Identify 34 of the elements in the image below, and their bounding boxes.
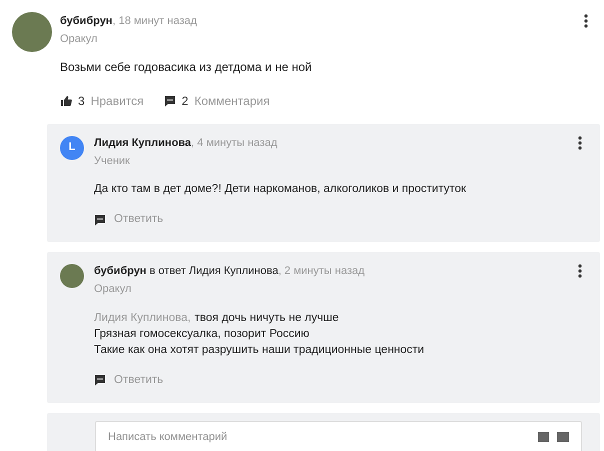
thumbs-up-icon[interactable] <box>60 94 72 106</box>
more-options-icon[interactable] <box>584 14 588 28</box>
reply-text-line: Грязная гомосексуалка, позорит Россию <box>94 326 310 342</box>
reply-to-label: в ответ Лидия Куплинова <box>148 265 278 278</box>
comment-icon <box>164 94 176 106</box>
reply-time: , 4 минуты назад <box>191 136 278 148</box>
mention-link[interactable]: Лидия Куплинова, <box>94 310 191 326</box>
author-name[interactable]: бубибрун <box>94 265 146 278</box>
avatar-photo-placeholder <box>12 12 52 52</box>
post-text: Возьми себе годовасика из детдома и не ной <box>60 58 313 76</box>
author-rank: Оракул <box>94 282 132 298</box>
like-link[interactable]: Нравится <box>90 92 144 110</box>
more-options-icon[interactable] <box>578 136 582 150</box>
reply-link[interactable]: Ответить <box>114 211 164 228</box>
reply-text-line: Такие как она хотят разрушить наши традиционные ценности <box>94 342 424 358</box>
avatar-photo-placeholder <box>60 264 84 288</box>
comment-count: 2 <box>182 92 188 110</box>
comment-icon <box>94 214 106 226</box>
comment-field[interactable]: Написать комментарий <box>95 421 582 451</box>
reply-text-line: Да кто там в дет доме?! Дети наркоманов, алкоголиков и проституток <box>94 182 466 197</box>
comments-link[interactable]: Комментария <box>194 92 270 110</box>
post-time: , 18 минут назад <box>112 15 197 27</box>
author-rank: Оракул <box>60 32 98 47</box>
author-rank: Ученик <box>94 154 131 168</box>
author-name[interactable]: Лидия Куплинова <box>94 136 192 148</box>
reply-link[interactable]: Ответить <box>114 372 164 389</box>
author-name[interactable]: бубибрун <box>60 15 112 27</box>
reply-time: , 2 минуты назад <box>278 265 365 278</box>
like-count: 3 <box>78 92 85 110</box>
reply-text-line: твоя дочь ничуть не лучше <box>194 310 339 326</box>
comment-icon <box>94 374 106 386</box>
comment-input[interactable]: Написать комментарий <box>108 428 530 446</box>
letter-avatar: L <box>60 136 84 160</box>
more-options-icon[interactable] <box>578 264 582 278</box>
